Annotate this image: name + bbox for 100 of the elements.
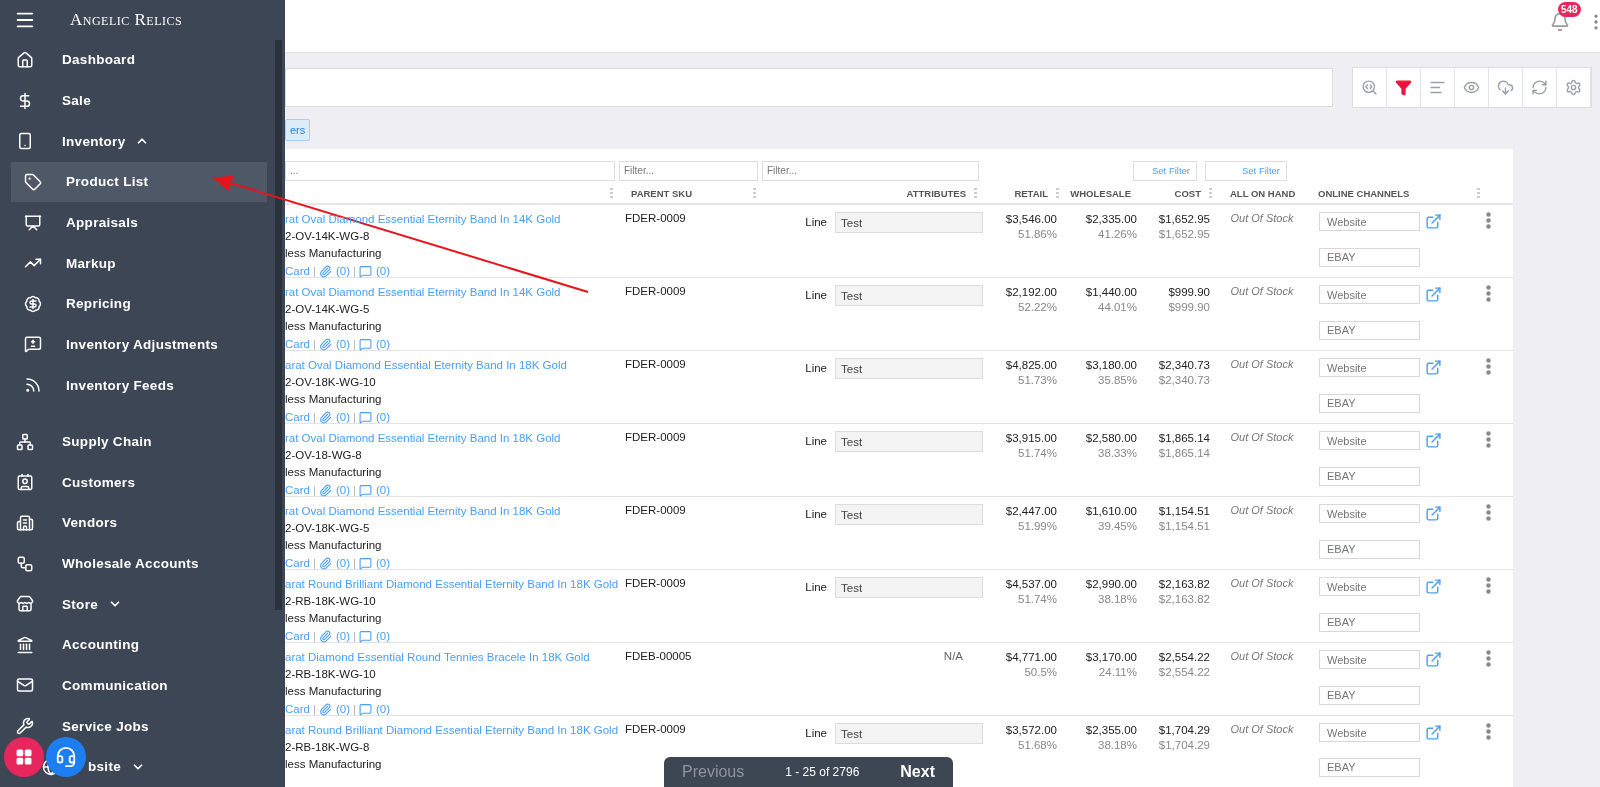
parent-sku-cell: FDER-0009	[625, 431, 686, 443]
external-link-icon[interactable]	[1425, 213, 1442, 230]
column-grip-icon[interactable]	[610, 187, 613, 199]
attribute-field[interactable]: Test	[835, 504, 983, 525]
stock-status: Out Of Stock	[1229, 650, 1295, 664]
channel-field[interactable]: EBAY	[1319, 757, 1420, 777]
cost-price: $999.90	[1168, 285, 1210, 300]
sidebar-item[interactable]: Communication	[0, 665, 285, 706]
attribute-field[interactable]: Test	[835, 358, 983, 379]
column-grip-icon[interactable]	[974, 187, 977, 199]
external-link-icon[interactable]	[1425, 505, 1442, 522]
column-grip-icon[interactable]	[1477, 187, 1480, 199]
retail-margin: 51.99%	[1018, 519, 1057, 534]
cost-price: $1,154.51	[1158, 504, 1210, 519]
column-grip-icon[interactable]	[1056, 187, 1059, 199]
comment-icon[interactable]	[359, 630, 372, 643]
sidebar-subitem[interactable]: Inventory Feeds	[11, 364, 267, 406]
attribute-field[interactable]: Test	[835, 577, 983, 598]
cost-sub-price: $1,865.14	[1158, 446, 1210, 461]
channel-field[interactable]: EBAY	[1319, 466, 1420, 486]
paperclip-icon[interactable]	[318, 265, 332, 278]
search-field[interactable]	[285, 68, 1333, 107]
channel-field[interactable]: Website	[1319, 431, 1420, 450]
external-link-icon[interactable]	[1425, 432, 1442, 449]
filter-field[interactable]: Filter...	[619, 160, 758, 181]
channel-field[interactable]: Website	[1319, 723, 1420, 742]
scrollbar-thumb[interactable]	[275, 40, 282, 610]
attribute-field[interactable]: Test	[835, 212, 983, 233]
sidebar-item[interactable]: Customers	[0, 461, 285, 503]
sidebar-item[interactable]: Dashboard	[0, 39, 285, 81]
channel-field[interactable]: EBAY	[1319, 247, 1420, 267]
sidebar-subitem[interactable]: Product List	[11, 161, 267, 203]
channel-field[interactable]: EBAY	[1319, 393, 1420, 413]
parent-sku-cell: FDER-0009	[625, 285, 686, 297]
more-icon	[1486, 650, 1491, 667]
eye-icon	[1463, 79, 1480, 96]
attribute-field[interactable]: Test	[835, 285, 983, 306]
sidebar-item[interactable]: Accounting	[0, 624, 285, 666]
attribute-cell: N/A	[943, 650, 963, 662]
sidebar-item[interactable]: Vendors	[0, 502, 285, 544]
column-grip-icon[interactable]	[753, 187, 756, 199]
sidebar-subitem[interactable]: Appraisals	[11, 202, 267, 243]
sidebar-item[interactable]: Wholesale Accounts	[0, 543, 285, 584]
retail-price: $2,447.00	[1005, 504, 1057, 519]
channel-field[interactable]: Website	[1319, 504, 1420, 523]
external-link-icon[interactable]	[1425, 578, 1442, 595]
filter-field[interactable]: ...	[285, 160, 615, 181]
comment-icon[interactable]	[359, 338, 372, 351]
column-header[interactable]: RETAIL	[1014, 187, 1048, 199]
channel-field[interactable]: Website	[1319, 358, 1420, 377]
column-header[interactable]: WHOLESALE	[1070, 187, 1131, 199]
sidebar-subitem[interactable]: Markup	[11, 242, 267, 284]
paperclip-icon[interactable]	[318, 703, 332, 716]
attribute-field[interactable]: Test	[835, 723, 983, 744]
channel-field[interactable]: EBAY	[1319, 612, 1420, 632]
sidebar-subitem[interactable]: Repricing	[11, 283, 267, 325]
cost-price: $2,340.73	[1158, 358, 1210, 373]
bell-icon[interactable]	[1550, 12, 1570, 32]
cost-sub-price: $2,554.22	[1158, 665, 1210, 680]
channel-field[interactable]: EBAY	[1319, 539, 1420, 559]
sidebar-item[interactable]: Sale	[0, 80, 285, 121]
sidebar-item[interactable]: Inventory	[0, 120, 285, 162]
external-link-icon[interactable]	[1425, 286, 1442, 303]
sidebar-item[interactable]: Service Jobs	[0, 705, 285, 747]
column-grip-icon[interactable]	[1209, 187, 1212, 199]
column-header[interactable]: COST	[1174, 187, 1201, 199]
column-header[interactable]: ONLINE CHANNELS	[1318, 187, 1410, 199]
channel-field[interactable]: EBAY	[1319, 685, 1420, 705]
wholesale-price: $2,990.00	[1085, 577, 1137, 592]
paperclip-icon[interactable]	[318, 557, 332, 570]
comment-icon[interactable]	[359, 411, 372, 424]
paperclip-icon[interactable]	[318, 411, 332, 424]
paperclip-icon[interactable]	[318, 630, 332, 643]
comment-icon[interactable]	[359, 484, 372, 497]
external-link-icon[interactable]	[1425, 724, 1442, 741]
attribute-field[interactable]: Test	[835, 431, 983, 452]
channel-field[interactable]: EBAY	[1319, 320, 1420, 340]
channel-field[interactable]: Website	[1319, 577, 1420, 596]
external-link-icon[interactable]	[1425, 359, 1442, 376]
column-header[interactable]: PARENT SKU	[631, 187, 693, 199]
sidebar-subitem[interactable]: Inventory Adjustments	[11, 324, 267, 365]
comment-icon[interactable]	[359, 703, 372, 716]
comment-icon[interactable]	[359, 557, 372, 570]
paperclip-icon[interactable]	[318, 484, 332, 497]
filter-field[interactable]: Filter...	[762, 160, 979, 181]
sidebar-item[interactable]: Supply Chain	[0, 421, 285, 462]
sort-icon	[1429, 79, 1446, 96]
channel-field[interactable]: Website	[1319, 285, 1420, 304]
next-button[interactable]: Next	[900, 763, 935, 781]
stock-status: Out Of Stock	[1229, 577, 1295, 591]
channel-field[interactable]: Website	[1319, 212, 1420, 231]
sidebar-item[interactable]: Store	[0, 583, 285, 625]
column-header[interactable]: ALL ON HAND	[1230, 187, 1296, 199]
channel-field[interactable]: Website	[1319, 650, 1420, 669]
retail-margin: 51.74%	[1018, 592, 1057, 607]
filter-chip[interactable]: ers	[285, 119, 311, 141]
external-link-icon[interactable]	[1425, 651, 1442, 668]
column-header[interactable]: ATTRIBUTES	[906, 187, 966, 199]
comment-icon[interactable]	[359, 265, 372, 278]
paperclip-icon[interactable]	[318, 338, 332, 351]
